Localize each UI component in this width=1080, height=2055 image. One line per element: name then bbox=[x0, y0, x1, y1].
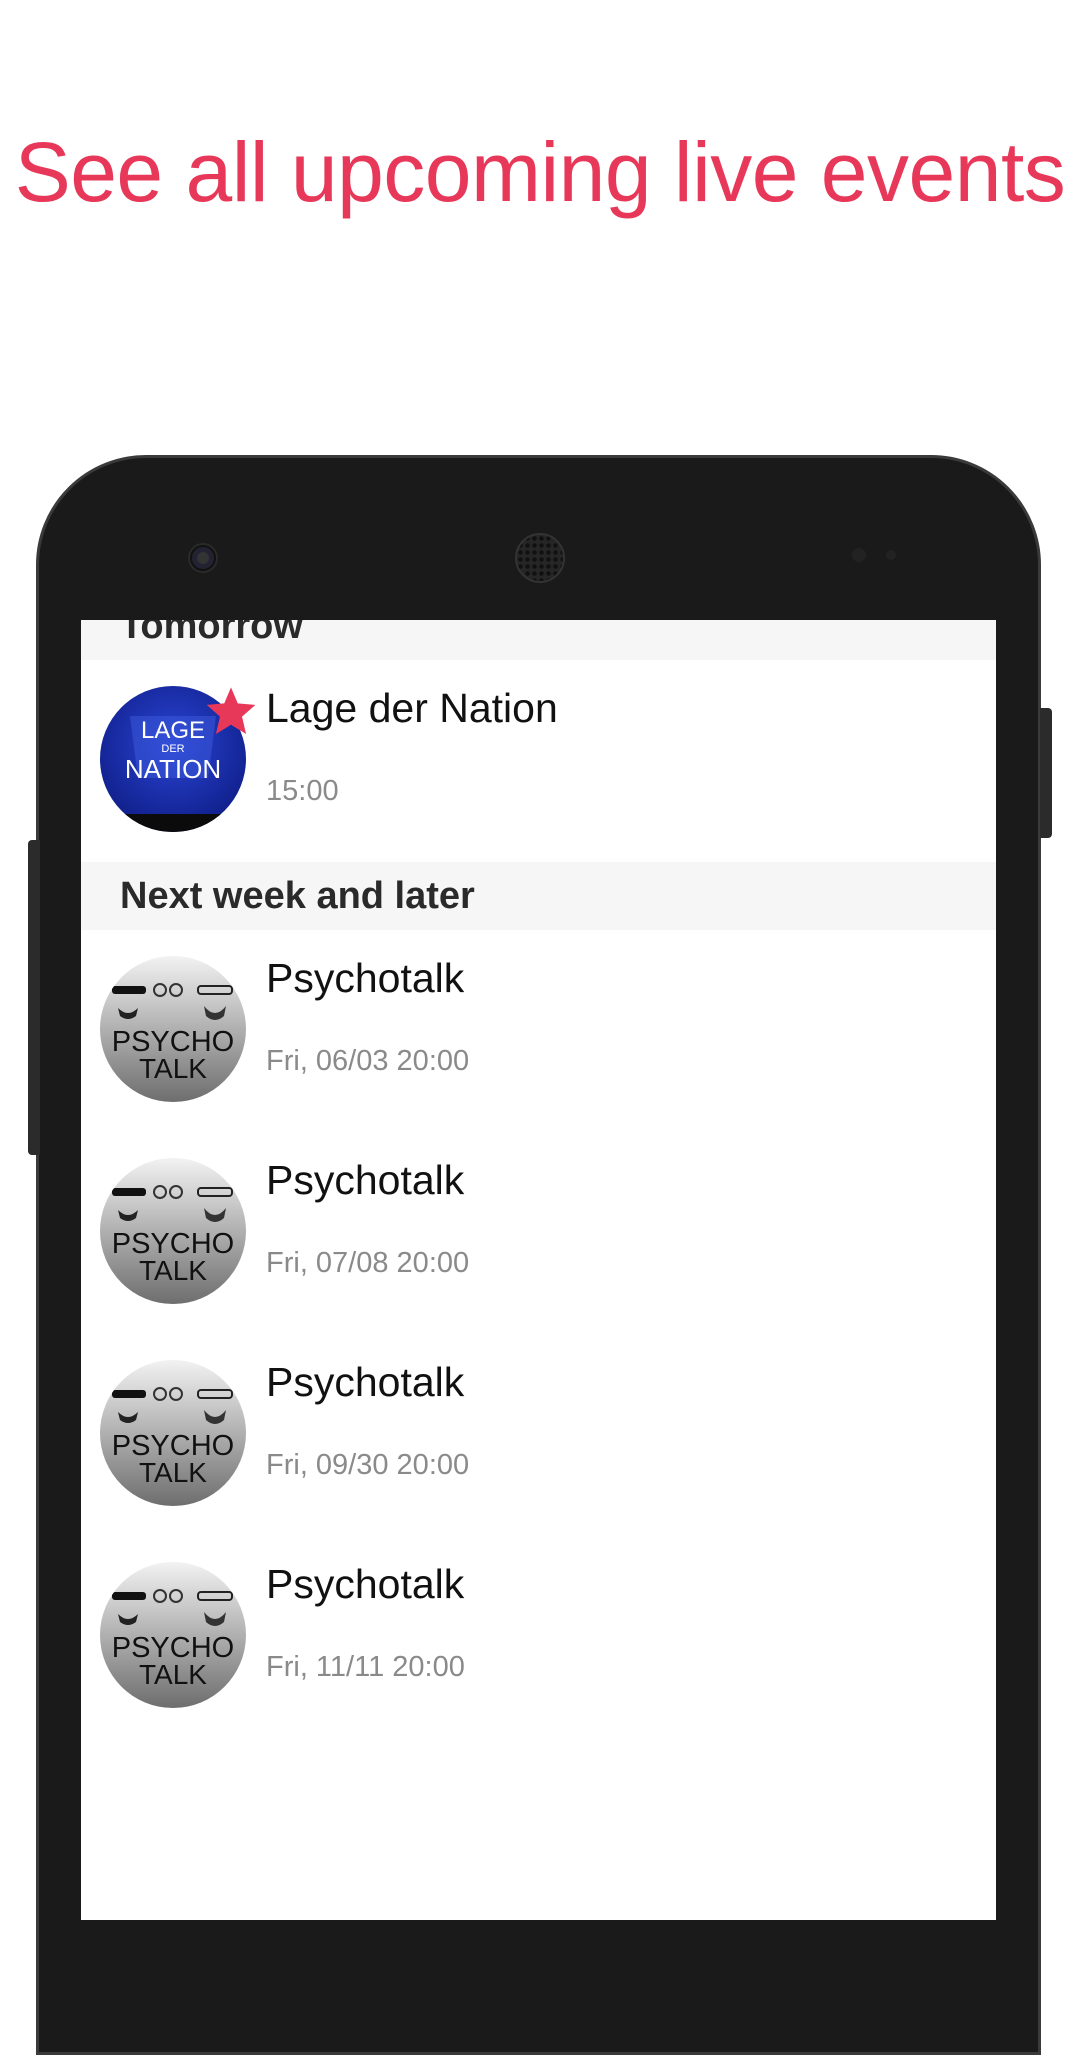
logo-text-nation: NATION bbox=[125, 754, 221, 784]
event-row-psychotalk[interactable]: PSYCHO TALK Psychotalk Fri, 09/30 20:00 bbox=[81, 1334, 996, 1534]
sensor-icon bbox=[852, 548, 866, 562]
section-header-tomorrow: Tomorrow bbox=[81, 620, 996, 660]
favorite-star-icon[interactable] bbox=[204, 684, 258, 738]
earpiece-speaker-icon bbox=[515, 533, 565, 583]
section-header-label: Next week and later bbox=[120, 875, 475, 917]
front-camera-icon bbox=[190, 545, 216, 571]
podcast-logo-psychotalk: PSYCHO TALK bbox=[100, 1158, 246, 1304]
logo-text-talk: TALK bbox=[139, 1659, 207, 1690]
podcast-logo-psychotalk: PSYCHO TALK bbox=[100, 1360, 246, 1506]
event-row-psychotalk[interactable]: PSYCHO TALK Psychotalk Fri, 07/08 20:00 bbox=[81, 1132, 996, 1332]
event-title: Lage der Nation bbox=[266, 685, 558, 731]
podcast-logo-psychotalk: PSYCHO TALK bbox=[100, 1562, 246, 1708]
event-row-psychotalk[interactable]: PSYCHO TALK Psychotalk Fri, 06/03 20:00 bbox=[81, 930, 996, 1130]
section-header-label: Tomorrow bbox=[120, 620, 303, 647]
phone-side-button-left bbox=[28, 840, 40, 1155]
logo-text-talk: TALK bbox=[139, 1255, 207, 1286]
event-title: Psychotalk bbox=[266, 1157, 465, 1203]
event-time: 15:00 bbox=[266, 775, 339, 807]
event-title: Psychotalk bbox=[266, 1561, 465, 1607]
logo-text-talk: TALK bbox=[139, 1457, 207, 1488]
event-title: Psychotalk bbox=[266, 1359, 465, 1405]
event-time: Fri, 11/11 20:00 bbox=[266, 1651, 465, 1683]
headline: See all upcoming live events bbox=[14, 125, 1066, 219]
event-time: Fri, 07/08 20:00 bbox=[266, 1247, 470, 1279]
phone-side-button-right bbox=[1040, 708, 1052, 838]
event-row-psychotalk[interactable]: PSYCHO TALK Psychotalk Fri, 11/11 20:00 bbox=[81, 1536, 996, 1736]
event-time: Fri, 09/30 20:00 bbox=[266, 1449, 470, 1481]
section-header-next-week: Next week and later bbox=[81, 862, 996, 930]
event-title: Psychotalk bbox=[266, 955, 465, 1001]
podcast-logo-psychotalk: PSYCHO TALK bbox=[100, 956, 246, 1102]
event-time: Fri, 06/03 20:00 bbox=[266, 1045, 470, 1077]
event-row-lage-der-nation[interactable]: LAGE DER NATION Lage der Nation 15:00 bbox=[81, 660, 996, 860]
logo-text-lage: LAGE bbox=[141, 717, 205, 744]
app-screen[interactable]: Tomorrow LAGE DER NATION Lage der Nation… bbox=[81, 620, 996, 1920]
sensor-icon bbox=[886, 550, 896, 560]
logo-text-talk: TALK bbox=[139, 1053, 207, 1084]
